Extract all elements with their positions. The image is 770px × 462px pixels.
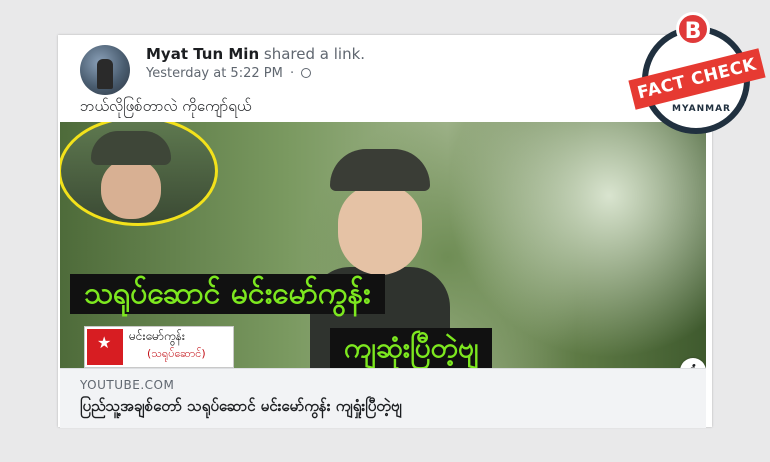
badge-letter: B [676,12,710,46]
banner-headline-top: သရုပ်ဆောင် မင်းမော်ကွန်း [70,274,385,314]
channel-logo: ★ မင်းမော်ကွန်း (သရုပ်ဆောင်) [84,326,234,368]
fact-check-badge: B FACT CHECK MYANMAR [628,12,766,138]
globe-icon[interactable] [301,68,312,78]
post-header: Myat Tun Min shared a link. [146,45,365,63]
logo-subtitle: (သရုပ်ဆောင်) [147,347,206,360]
link-preview-footer[interactable]: YOUTUBE.COM ပြည်သူ့အချစ်တော် သရုပ်ဆောင် … [60,368,706,428]
flag-logo: ★ [87,329,123,365]
logo-name: မင်းမော်ကွန်း [129,329,185,343]
inset-portrait [60,122,218,226]
link-domain: YOUTUBE.COM [80,378,175,392]
banner-headline-bottom: ကျဆုံးပြီတဲ့ဗျ [330,328,493,368]
avatar-figure [97,59,113,89]
meta-separator: · [289,66,295,81]
star-icon: ★ [97,333,112,352]
post-timestamp[interactable]: Yesterday at 5:22 PM [146,66,283,81]
post-caption: ဘယ်လိုဖြစ်တာလဲ ကိုကျော်ရယ် [80,97,252,115]
post-action: shared a link. [263,45,366,63]
facebook-post-card: Myat Tun Min shared a link. Yesterday at… [58,35,712,428]
post-meta: Yesterday at 5:22 PM · [146,66,312,81]
author-name[interactable]: Myat Tun Min [146,45,259,63]
badge-subtitle: MYANMAR [672,104,731,114]
link-title[interactable]: ပြည်သူ့အချစ်တော် သရုပ်ဆောင် မင်းမော်ကွန်… [80,397,402,419]
link-preview-image[interactable]: သရုပ်ဆောင် မင်းမော်ကွန်း ★ မင်းမော်ကွန်း… [60,122,706,368]
info-icon[interactable]: i [680,358,706,368]
author-avatar[interactable] [80,45,130,95]
